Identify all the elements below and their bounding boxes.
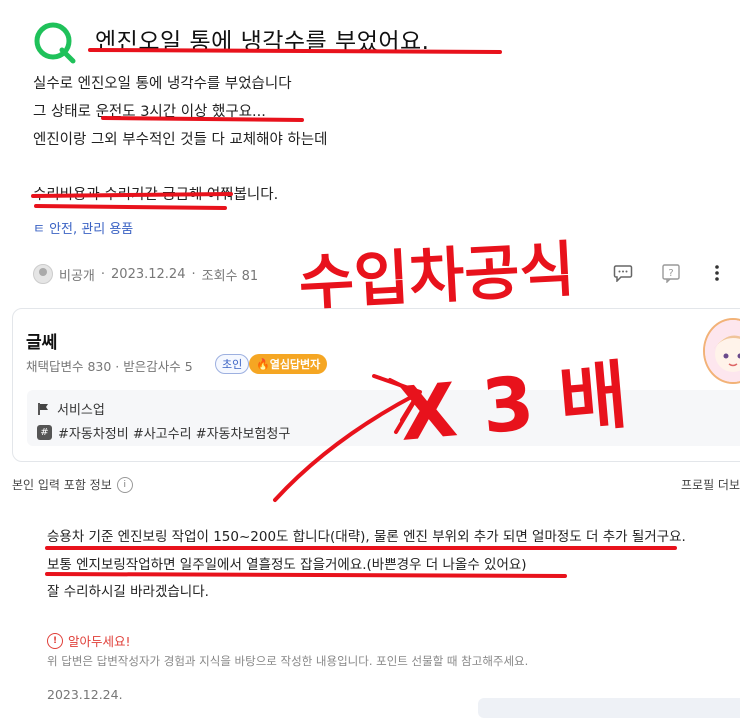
question-date: 2023.12.24 xyxy=(111,267,185,282)
underline-cost-2 xyxy=(36,206,225,208)
grade-badge: 초인 xyxy=(215,354,249,374)
more-options-icon[interactable] xyxy=(706,262,728,284)
question-meta: 비공개 · 2023.12.24 · 조회수 81 xyxy=(33,264,258,284)
answer-date: 2023.12.24. xyxy=(47,687,123,702)
hashtag-icon: # xyxy=(37,425,52,440)
question-body-line: 수리비용과 수리기간 궁금해 여쭤봅니다. xyxy=(33,183,278,204)
question-q-icon xyxy=(33,20,77,64)
self-input-info: 본인 입력 포함 정보 i xyxy=(12,476,133,493)
question-body-line: 그 상태로 운전도 3시간 이상 했구요... xyxy=(33,100,266,121)
answer-body-line: 보통 엔지보링작업하면 일주일에서 열흘정도 잡을거에요.(바쁜경우 더 나올수… xyxy=(47,553,527,573)
self-input-label: 본인 입력 포함 정보 xyxy=(12,476,112,493)
warning-text: 위 답변은 답변작성자가 경험과 지식을 바탕으로 작성한 내용입니다. 포인트… xyxy=(47,653,528,669)
author-avatar xyxy=(33,264,53,284)
answerer-name[interactable]: 글쎄 xyxy=(26,328,57,353)
question-body-line: 실수로 엔진오일 통에 냉각수를 부었습니다 xyxy=(33,72,292,93)
svg-text:?: ? xyxy=(668,268,673,279)
question-category-link[interactable]: ㅌ 안전, 관리 용품 xyxy=(33,218,133,237)
answerer-tags: # #자동차정비 #사고수리 #자동차보험청구 xyxy=(37,423,290,442)
answerer-occupation: 서비스업 xyxy=(37,399,105,418)
answer-body-line: 승용차 기준 엔진보링 작업이 150~200도 합니다(대략), 물론 엔진 … xyxy=(47,525,686,545)
warning-heading: ! 알아두세요! xyxy=(47,631,131,650)
report-icon[interactable]: ? xyxy=(660,262,682,284)
question-body-line: 엔진이랑 그외 부수적인 것들 다 교체해야 하는데 xyxy=(33,128,327,149)
meta-separator: · xyxy=(191,267,195,282)
alert-icon: ! xyxy=(47,633,63,649)
meta-separator: · xyxy=(101,267,105,282)
info-icon[interactable]: i xyxy=(117,477,133,493)
bottom-action-bar[interactable] xyxy=(478,698,740,718)
hot-answerer-badge: 🔥열심답변자 xyxy=(249,354,327,374)
author-name: 비공개 xyxy=(59,265,95,284)
question-title: 엔진오일 통에 냉각수를 부었어요. xyxy=(95,22,429,56)
flag-icon xyxy=(37,402,51,416)
view-count: 조회수 81 xyxy=(202,265,259,284)
comment-icon[interactable] xyxy=(612,262,634,284)
answer-body-line: 잘 수리하시길 바라겠습니다. xyxy=(47,580,209,600)
answerer-stats: 채택답변수 830 · 받은감사수 5 xyxy=(26,356,193,375)
warning-title: 알아두세요! xyxy=(68,631,131,650)
underline-answer-2 xyxy=(47,574,565,576)
occupation-label: 서비스업 xyxy=(57,399,105,418)
handwritten-official-import: 수입차공식 xyxy=(297,235,576,319)
profile-more-link[interactable]: 프로필 더보 xyxy=(681,476,740,493)
tag-list[interactable]: #자동차정비 #사고수리 #자동차보험청구 xyxy=(58,423,290,442)
